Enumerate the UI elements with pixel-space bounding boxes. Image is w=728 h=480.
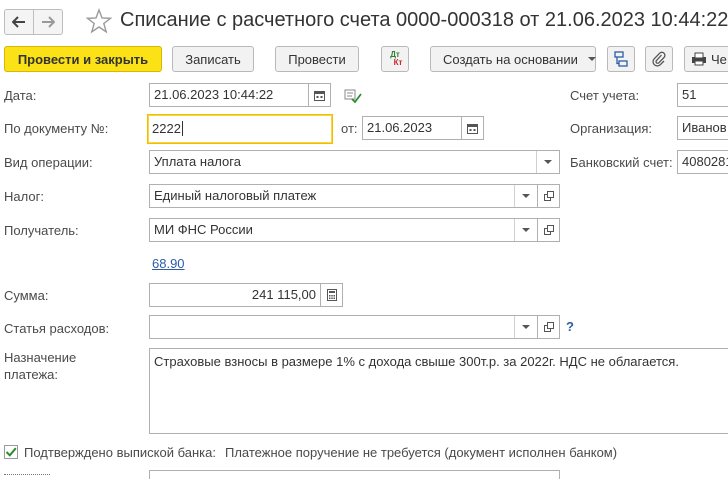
chevron-down-icon: [522, 228, 530, 232]
calculator-icon: [326, 289, 337, 301]
post-button[interactable]: Провести: [275, 46, 359, 72]
tax-value: Единый налоговый платеж: [154, 188, 317, 203]
tax-select[interactable]: Единый налоговый платеж: [149, 184, 538, 208]
structure-button[interactable]: [607, 46, 635, 72]
from-calendar-button[interactable]: [462, 116, 484, 140]
recipient-value: МИ ФНС России: [154, 222, 253, 237]
sum-field[interactable]: 241 115,00: [149, 283, 321, 307]
save-button[interactable]: Записать: [172, 46, 254, 72]
calendar-icon: [467, 123, 478, 134]
page-title: Списание с расчетного счета 0000-000318 …: [120, 9, 728, 31]
purpose-value: Страховые взносы в размере 1% с дохода с…: [154, 354, 679, 369]
date-calendar-button[interactable]: [309, 83, 331, 107]
tax-open-button[interactable]: [538, 184, 560, 208]
expense-item-label: Статья расходов:: [4, 321, 110, 336]
printer-icon: [692, 52, 706, 66]
cut-off-label: [4, 474, 50, 480]
date-label: Дата:: [4, 88, 37, 103]
create-based-on-label: Создать на основании: [443, 51, 578, 67]
purpose-label-line1: Назначение: [4, 350, 77, 365]
organization-label: Организация:: [570, 121, 653, 136]
bank-account-label: Банковский счет:: [570, 155, 673, 170]
post-and-close-button[interactable]: Провести и закрыть: [4, 46, 162, 72]
edit-note-icon[interactable]: [344, 88, 362, 107]
date-value: 21.06.2023 10:44:22: [154, 87, 274, 102]
favorite-star-icon[interactable]: [85, 8, 113, 34]
date-field[interactable]: 21.06.2023 10:44:22: [149, 83, 309, 107]
doc-number-field[interactable]: 2222: [147, 114, 333, 144]
account-label: Счет учета:: [570, 88, 640, 103]
hierarchy-icon: [614, 51, 628, 67]
organization-value: Иванов: [682, 120, 727, 135]
operation-dropdown-button[interactable]: [536, 151, 559, 173]
paperclip-icon: [652, 51, 666, 67]
create-based-on-button[interactable]: Создать на основании: [430, 46, 596, 72]
account-value: 51: [682, 87, 697, 102]
chevron-down-icon: [522, 194, 530, 198]
calendar-icon: [314, 90, 325, 101]
bank-account-value: 4080281: [682, 154, 728, 169]
open-window-icon: [543, 322, 554, 332]
confirmed-note: Платежное поручение не требуется (докуме…: [225, 445, 618, 460]
back-button[interactable]: [4, 9, 34, 35]
bank-account-field[interactable]: 4080281: [677, 150, 728, 174]
expense-dropdown-button[interactable]: [514, 316, 537, 338]
checkmark-icon: [5, 447, 17, 457]
account-field[interactable]: 51: [677, 83, 728, 107]
sum-value: 241 115,00: [251, 287, 316, 302]
print-button[interactable]: Че: [684, 46, 728, 72]
title-bar: Списание с расчетного счета 0000-000318 …: [0, 0, 728, 44]
calculator-button[interactable]: [321, 283, 343, 307]
tax-label: Налог:: [4, 189, 44, 204]
account-link[interactable]: 68.90: [152, 256, 185, 271]
from-date-value: 21.06.2023: [367, 120, 433, 135]
doc-number-label: По документу №:: [4, 121, 109, 136]
chevron-down-icon: [587, 57, 596, 61]
recipient-label: Получатель:: [4, 223, 79, 238]
doc-number-value: 2222: [152, 121, 181, 136]
purpose-label-line2: платежа:: [4, 367, 58, 382]
recipient-open-button[interactable]: [538, 218, 560, 242]
dt-kt-icon: Дт Кт: [390, 50, 403, 67]
tax-dropdown-button[interactable]: [514, 185, 537, 207]
recipient-dropdown-button[interactable]: [514, 219, 537, 241]
print-label: Че: [711, 51, 727, 67]
arrow-left-icon: [12, 16, 25, 28]
help-icon[interactable]: ?: [566, 319, 574, 334]
open-window-icon: [543, 191, 554, 201]
chevron-down-icon: [522, 325, 530, 329]
attach-button[interactable]: [645, 46, 673, 72]
sum-label: Сумма:: [4, 288, 49, 303]
from-label: от:: [341, 121, 358, 136]
operation-type-value: Уплата налога: [154, 154, 241, 169]
expense-open-button[interactable]: [538, 315, 560, 339]
operation-type-select[interactable]: Уплата налога: [149, 150, 560, 174]
from-date-field[interactable]: 21.06.2023: [362, 116, 462, 140]
recipient-select[interactable]: МИ ФНС России: [149, 218, 538, 242]
dt-kt-button[interactable]: Дт Кт: [381, 46, 409, 72]
organization-field[interactable]: Иванов: [677, 116, 728, 140]
confirmed-label: Подтверждено выпиской банка:: [24, 445, 216, 460]
cut-off-field[interactable]: [149, 470, 560, 479]
open-window-icon: [543, 225, 554, 235]
expense-item-select[interactable]: [149, 315, 538, 339]
purpose-textarea[interactable]: Страховые взносы в размере 1% с дохода с…: [149, 348, 728, 434]
forward-button[interactable]: [33, 9, 63, 35]
arrow-right-icon: [42, 16, 55, 28]
confirmed-checkbox[interactable]: [4, 445, 18, 459]
operation-type-label: Вид операции:: [4, 155, 93, 170]
chevron-down-icon: [544, 160, 552, 164]
